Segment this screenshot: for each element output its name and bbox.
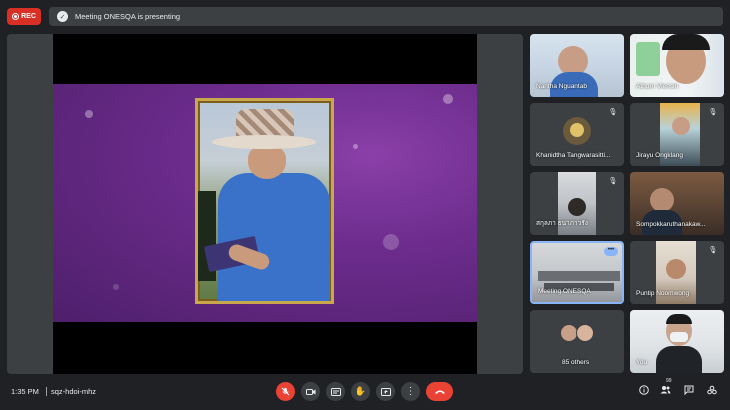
clock-time: 1:35 PM — [11, 387, 39, 396]
others-count: 85 others — [562, 359, 590, 366]
recording-label: REC — [21, 13, 36, 20]
more-vert-icon: ⋮ — [405, 385, 416, 397]
participant-tile[interactable]: Sompokkaruthanakaw... — [630, 172, 724, 235]
participant-tile[interactable]: 🎙 สกุลภา ธนาภาวรัง — [530, 172, 624, 235]
participant-grid: Nantha Nguantab Athorn Viensiri 🎙 Khanid… — [530, 34, 724, 374]
participant-tile[interactable]: Athorn Viensiri — [630, 34, 724, 97]
participant-tile[interactable]: Nantha Nguantab — [530, 34, 624, 97]
mic-off-icon: 🎙 — [608, 178, 618, 185]
camera-toggle-button[interactable] — [301, 382, 320, 401]
bottom-toolbar: 1:35 PM sqz-hdoi-mhz ✋ ⋮ 99 — [0, 376, 730, 410]
top-bar: REC ✓ Meeting ONESQA is presenting — [0, 0, 730, 33]
participant-name: Puntip Noomwong — [636, 290, 690, 297]
people-icon — [660, 386, 671, 394]
framed-portrait-photo — [195, 98, 334, 304]
participant-name: You — [636, 359, 647, 366]
participant-name: Sompokkaruthanakaw... — [636, 221, 706, 228]
present-now-button[interactable] — [376, 382, 395, 401]
captions-icon — [330, 387, 341, 396]
meeting-details-button[interactable] — [637, 385, 650, 398]
participant-name: Nantha Nguantab — [536, 83, 587, 90]
recording-badge: REC — [7, 8, 41, 25]
captions-button[interactable] — [326, 382, 345, 401]
raise-hand-button[interactable]: ✋ — [351, 382, 370, 401]
presenting-banner[interactable]: ✓ Meeting ONESQA is presenting — [49, 7, 723, 26]
participant-name: Jirayu Ongklang — [636, 152, 683, 159]
raise-hand-icon: ✋ — [354, 386, 367, 396]
shared-screen — [53, 34, 477, 374]
others-tile[interactable]: 85 others — [530, 310, 624, 373]
mic-off-icon: 🎙 — [708, 247, 718, 254]
activities-button[interactable] — [705, 385, 718, 398]
chat-button[interactable] — [682, 385, 695, 398]
participant-tile[interactable]: 🎙 Khanidtha Tangwarasitti... — [530, 103, 624, 166]
mic-off-icon — [281, 387, 290, 396]
speaking-indicator-icon: ••• — [604, 247, 618, 256]
participant-tile[interactable]: 🎙 Jirayu Ongklang — [630, 103, 724, 166]
participant-tile-active-speaker[interactable]: ••• Meeting ONESQA — [530, 241, 624, 304]
info-icon — [638, 385, 649, 395]
divider — [46, 387, 47, 396]
participant-name: Athorn Viensiri — [636, 83, 679, 90]
camera-icon — [305, 388, 315, 395]
main-stage — [7, 34, 523, 374]
presentation-slide — [53, 84, 477, 322]
mic-off-icon: 🎙 — [608, 109, 618, 116]
participant-tile[interactable]: 🎙 Puntip Noomwong — [630, 241, 724, 304]
presenting-text: Meeting ONESQA is presenting — [75, 12, 181, 21]
end-call-icon — [434, 390, 445, 394]
present-icon — [380, 387, 391, 396]
mic-toggle-button[interactable] — [276, 382, 295, 401]
participant-name: Khanidtha Tangwarasitti... — [536, 152, 611, 159]
mic-off-icon: 🎙 — [708, 109, 718, 116]
activities-icon — [706, 385, 717, 395]
meeting-code: sqz-hdoi-mhz — [51, 387, 97, 396]
leave-call-button[interactable] — [426, 382, 453, 401]
self-tile[interactable]: You — [630, 310, 724, 373]
presenter-avatar-icon: ✓ — [57, 11, 68, 22]
record-icon — [12, 13, 20, 20]
chat-icon — [684, 385, 693, 396]
participant-name: สกุลภา ธนาภาวรัง — [536, 220, 588, 227]
people-button[interactable] — [659, 385, 672, 398]
more-options-button[interactable]: ⋮ — [401, 382, 420, 401]
participant-name: Meeting ONESQA — [538, 288, 591, 295]
participant-count-badge: 99 — [666, 378, 672, 384]
